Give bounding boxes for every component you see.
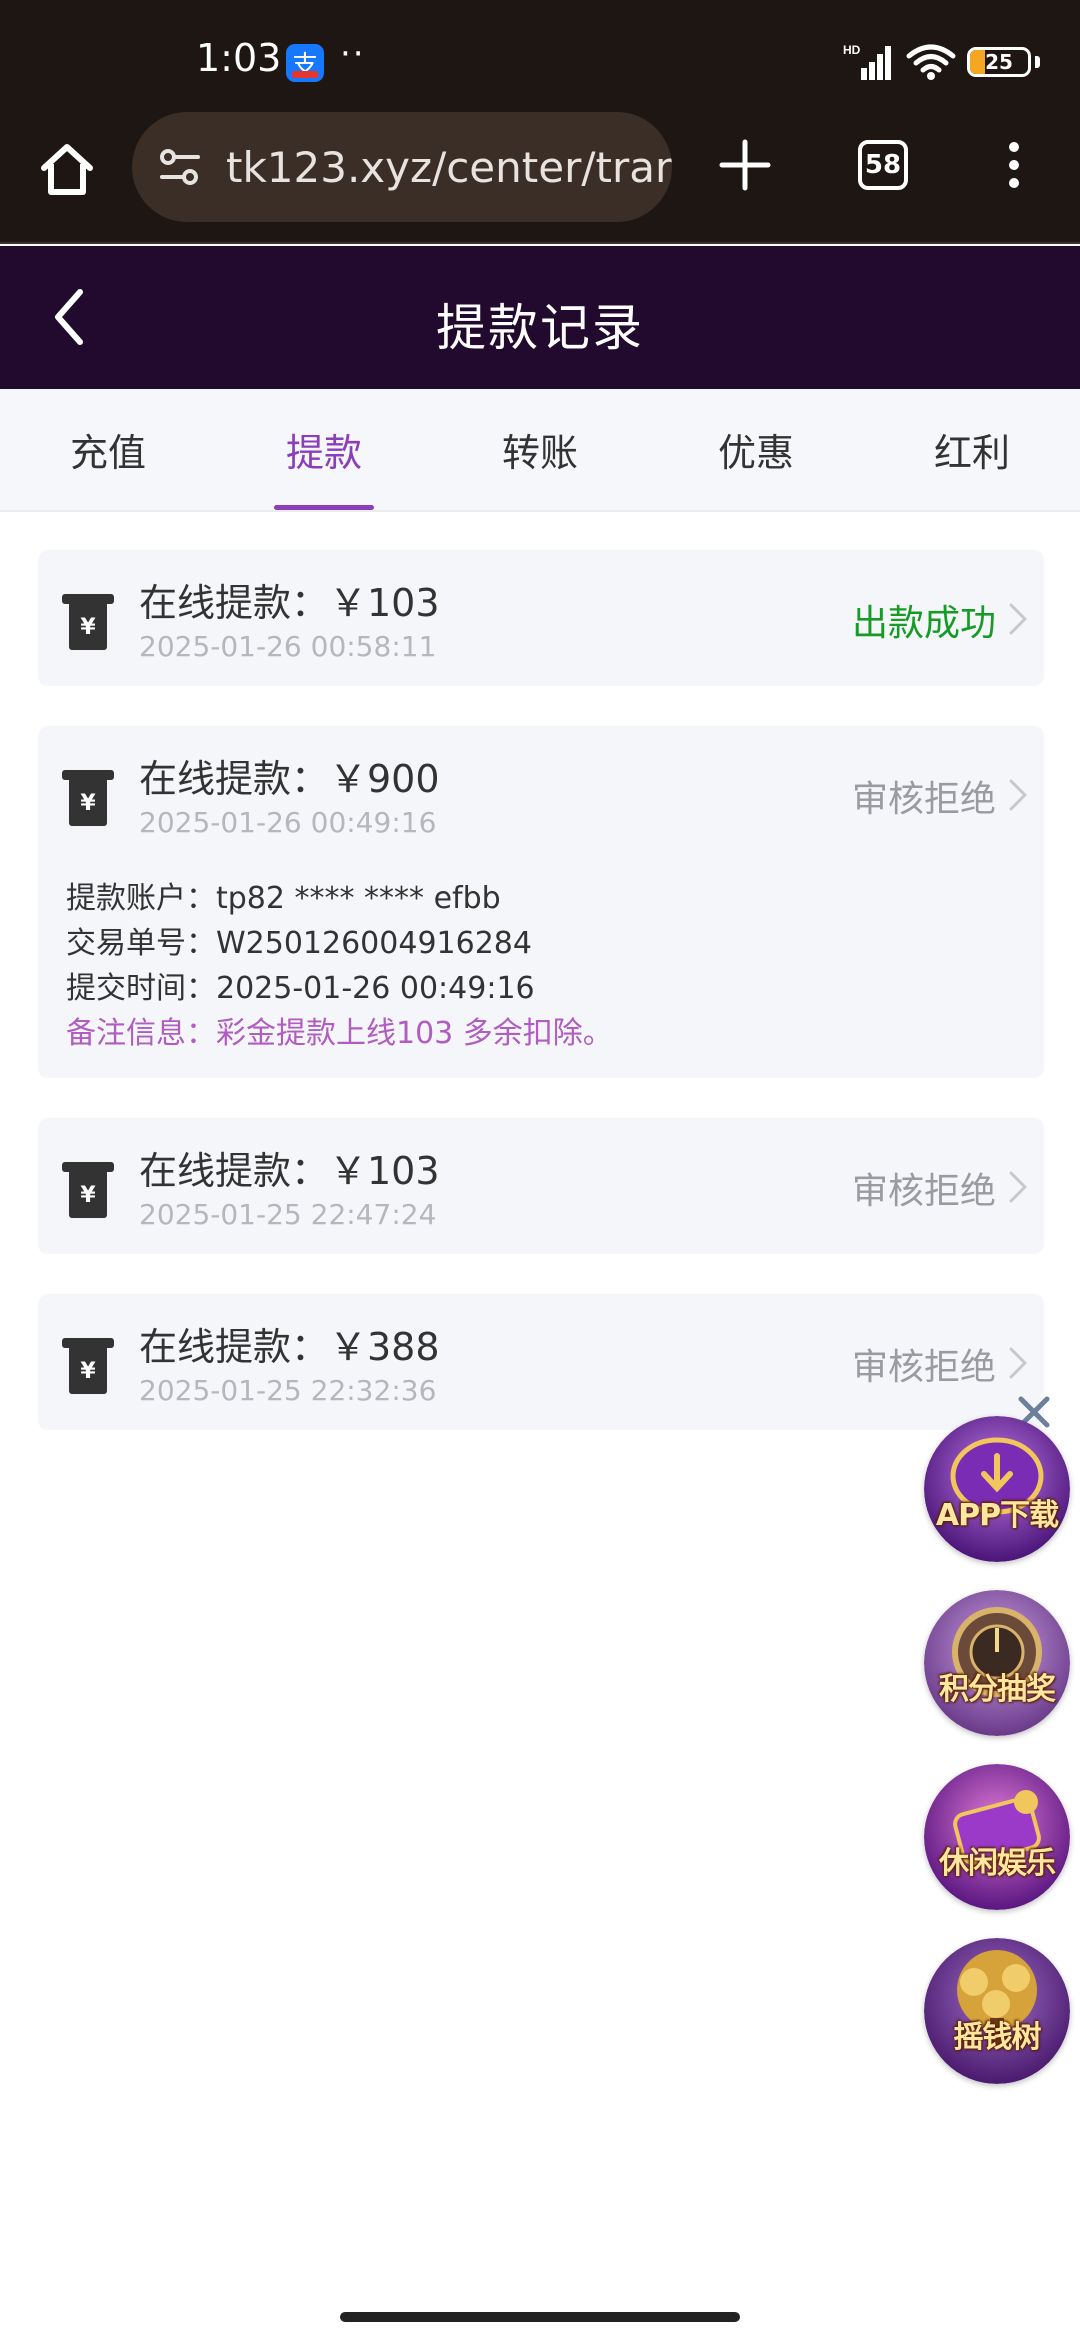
chevron-right-icon <box>1009 779 1027 811</box>
svg-text:¥: ¥ <box>80 1359 96 1384</box>
detail-value: 彩金提款上线103 多余扣除。 <box>216 1016 613 1051</box>
record-card[interactable]: ¥ 在线提款：￥900 2025-01-26 00:49:16 审核拒绝 提款账… <box>38 726 1044 1078</box>
detail-account: 提款账户： tp82 **** **** efbb <box>66 876 1016 921</box>
status-dots: ·· <box>340 34 366 74</box>
detail-note: 备注信息： 彩金提款上线103 多余扣除。 <box>66 1011 1016 1056</box>
atm-withdraw-icon: ¥ <box>62 594 114 650</box>
record-time: 2025-01-25 22:47:24 <box>139 1198 437 1231</box>
detail-order-number: 交易单号： W250126004916284 <box>66 921 1016 966</box>
record-summary[interactable]: ¥ 在线提款：￥103 2025-01-26 00:58:11 出款成功 <box>38 550 1044 686</box>
record-title: 在线提款：￥103 <box>139 581 440 625</box>
battery-level <box>970 50 985 74</box>
page-title: 提款记录 <box>436 299 644 357</box>
battery-text: 25 <box>985 50 1013 74</box>
points-lottery-button[interactable]: 积分抽奖 <box>924 1590 1070 1736</box>
app-download-icon <box>924 1416 1070 1562</box>
status-indicators: HD 25 <box>843 40 1040 84</box>
browser-menu-icon[interactable] <box>1002 142 1026 192</box>
float-label: 摇钱树 <box>953 2020 1042 2055</box>
record-time: 2025-01-25 22:32:36 <box>139 1374 437 1407</box>
status-time: 1:03 <box>196 36 282 80</box>
detail-submit-time: 提交时间： 2025-01-26 00:49:16 <box>66 966 1016 1011</box>
float-label: 休闲娱乐 <box>939 1846 1056 1881</box>
record-card[interactable]: ¥ 在线提款：￥388 2025-01-25 22:32:36 审核拒绝 <box>38 1294 1044 1430</box>
url-text[interactable]: tk123.xyz/center/trans <box>226 143 672 192</box>
record-summary[interactable]: ¥ 在线提款：￥900 2025-01-26 00:49:16 审核拒绝 <box>38 726 1044 862</box>
record-card[interactable]: ¥ 在线提款：￥103 2025-01-25 22:47:24 审核拒绝 <box>38 1118 1044 1254</box>
money-tree-icon <box>924 1938 1070 2084</box>
detail-value: tp82 **** **** efbb <box>216 881 501 916</box>
record-time: 2025-01-26 00:49:16 <box>139 806 437 839</box>
new-tab-icon[interactable] <box>718 138 772 192</box>
hd-label: HD <box>843 43 861 57</box>
detail-label: 提交时间： <box>66 971 216 1006</box>
atm-withdraw-icon: ¥ <box>62 1338 114 1394</box>
signal-icon: HD <box>843 43 891 80</box>
address-bar[interactable]: tk123.xyz/center/trans <box>132 112 672 222</box>
chevron-right-icon <box>1009 1171 1027 1203</box>
detail-label: 交易单号： <box>66 926 216 961</box>
record-title: 在线提款：￥103 <box>139 1149 440 1193</box>
home-icon[interactable] <box>36 138 98 200</box>
record-status: 审核拒绝 <box>851 1347 996 1388</box>
record-status: 出款成功 <box>851 603 996 644</box>
float-label: APP下载 <box>935 1498 1059 1533</box>
detail-value: W250126004916284 <box>216 926 532 961</box>
tab-transfer[interactable]: 转账 <box>432 389 648 510</box>
battery-icon: 25 <box>967 47 1031 77</box>
wifi-icon <box>906 44 956 80</box>
record-time: 2025-01-26 00:58:11 <box>139 630 437 663</box>
chevron-right-icon <box>1009 1347 1027 1379</box>
detail-value: 2025-01-26 00:49:16 <box>216 971 535 1006</box>
svg-text:¥: ¥ <box>80 1183 96 1208</box>
withdraw-record-list: ¥ 在线提款：￥103 2025-01-26 00:58:11 出款成功 ¥ 在… <box>38 550 1044 1470</box>
record-title: 在线提款：￥388 <box>139 1325 440 1369</box>
record-status: 审核拒绝 <box>851 1171 996 1212</box>
status-bar: 1:03 支 ·· HD 25 <box>0 0 1080 110</box>
tab-promotion[interactable]: 优惠 <box>648 389 864 510</box>
tab-switcher-button[interactable]: 58 <box>858 140 908 190</box>
svg-text:¥: ¥ <box>80 615 96 640</box>
tab-withdraw[interactable]: 提款 <box>216 389 432 510</box>
detail-label: 备注信息： <box>66 1016 216 1051</box>
record-tabs: 充值 提款 转账 优惠 红利 <box>0 389 1080 512</box>
record-summary[interactable]: ¥ 在线提款：￥388 2025-01-25 22:32:36 审核拒绝 <box>38 1294 1044 1430</box>
app-download-button[interactable]: APP下载 <box>924 1416 1070 1562</box>
record-summary[interactable]: ¥ 在线提款：￥103 2025-01-25 22:47:24 审核拒绝 <box>38 1118 1044 1254</box>
atm-withdraw-icon: ¥ <box>62 1162 114 1218</box>
record-title: 在线提款：￥900 <box>139 757 440 801</box>
chevron-right-icon <box>1009 603 1027 635</box>
record-card[interactable]: ¥ 在线提款：￥103 2025-01-26 00:58:11 出款成功 <box>38 550 1044 686</box>
detail-label: 提款账户： <box>66 881 216 916</box>
svg-text:¥: ¥ <box>80 791 96 816</box>
gift-box-icon <box>924 1764 1070 1910</box>
record-details: 提款账户： tp82 **** **** efbb 交易单号： W2501260… <box>38 862 1044 1078</box>
browser-toolbar: tk123.xyz/center/trans 58 <box>0 110 1080 244</box>
record-status: 审核拒绝 <box>851 779 996 820</box>
battery-tip <box>1035 56 1040 68</box>
atm-withdraw-icon: ¥ <box>62 770 114 826</box>
casual-entertainment-button[interactable]: 休闲娱乐 <box>924 1764 1070 1910</box>
home-indicator[interactable] <box>340 2312 740 2322</box>
float-label: 积分抽奖 <box>939 1672 1056 1707</box>
site-settings-icon[interactable] <box>156 143 204 191</box>
tab-recharge[interactable]: 充值 <box>0 389 216 510</box>
lottery-wheel-icon <box>924 1590 1070 1736</box>
page-header: 提款记录 <box>0 246 1080 389</box>
alipay-icon: 支 <box>286 44 324 82</box>
money-tree-button[interactable]: 摇钱树 <box>924 1938 1070 2084</box>
tab-bonus[interactable]: 红利 <box>864 389 1080 510</box>
